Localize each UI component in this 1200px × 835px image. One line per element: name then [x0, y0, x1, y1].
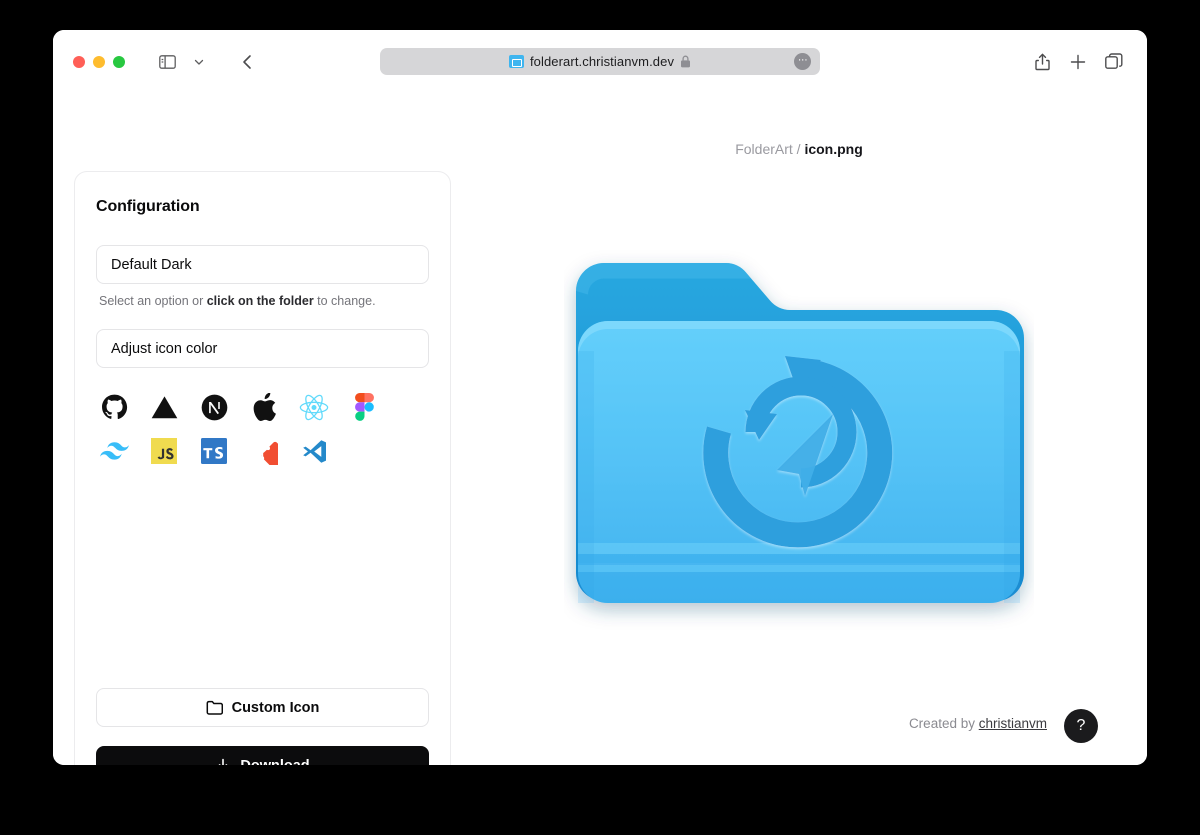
vscode-icon — [302, 439, 326, 463]
preview-area: FolderArt / icon.png Created by christia… — [451, 93, 1147, 765]
sidebar-options-button[interactable] — [184, 48, 214, 76]
icon-preset-typescript[interactable] — [197, 434, 231, 468]
custom-icon-button[interactable]: Custom Icon — [96, 688, 429, 727]
download-button[interactable]: Download — [96, 746, 429, 765]
help-button[interactable]: ? — [1064, 709, 1098, 743]
minimize-button[interactable] — [93, 55, 105, 68]
vercel-icon — [151, 396, 177, 419]
traffic-lights — [73, 55, 125, 68]
sidebar-toggle-button[interactable] — [152, 48, 182, 76]
config-actions: Custom Icon Download — [96, 688, 429, 765]
toolbar-left-group — [152, 48, 262, 76]
icon-preset-javascript[interactable] — [147, 434, 181, 468]
tab-overview-icon — [1105, 53, 1123, 69]
icon-preset-vercel[interactable] — [147, 390, 181, 424]
tab-overview-button[interactable] — [1099, 48, 1129, 76]
address-bar-menu-button[interactable]: ··· — [794, 53, 811, 70]
download-icon — [219, 758, 228, 765]
breadcrumb-separator: / — [792, 141, 805, 157]
folder-preview[interactable] — [564, 247, 1034, 655]
icon-preset-nextjs[interactable] — [197, 390, 231, 424]
toolbar-right-group — [1027, 48, 1129, 76]
helper-text: Select an option or click on the folder … — [99, 294, 429, 308]
folder-body — [576, 263, 1024, 603]
back-arrow-icon — [242, 54, 251, 69]
helper-text-prefix: Select an option or — [99, 294, 207, 308]
share-button[interactable] — [1027, 48, 1057, 76]
preset-select[interactable]: Default Dark — [96, 245, 429, 284]
back-button[interactable] — [232, 48, 262, 76]
sidebar-icon — [158, 54, 176, 69]
close-button[interactable] — [73, 55, 85, 68]
breadcrumb-root: FolderArt — [735, 141, 793, 157]
icon-color-input[interactable]: Adjust icon color — [96, 329, 429, 368]
address-bar[interactable]: folderart.christianvm.dev ··· — [380, 48, 820, 75]
chevron-down-icon — [194, 59, 204, 65]
new-tab-button[interactable] — [1063, 48, 1093, 76]
icon-preset-github[interactable] — [97, 390, 131, 424]
credit-text: Created by christianvm — [909, 716, 1047, 731]
javascript-icon — [151, 438, 177, 464]
icon-preset-tailwind[interactable] — [97, 434, 131, 468]
author-link[interactable]: christianvm — [979, 716, 1047, 731]
configuration-panel: Configuration Default Dark Select an opt… — [74, 171, 451, 765]
icon-preset-grid — [96, 390, 429, 468]
maximize-button[interactable] — [113, 55, 125, 68]
tailwind-icon — [99, 442, 129, 460]
preset-select-value: Default Dark — [111, 256, 192, 273]
site-favicon-icon — [508, 55, 524, 68]
custom-icon-button-label: Custom Icon — [231, 699, 320, 716]
icon-preset-react[interactable] — [297, 390, 331, 424]
typescript-icon — [201, 438, 227, 464]
breadcrumb-file: icon.png — [804, 141, 863, 157]
icon-preset-figma[interactable] — [347, 390, 381, 424]
icon-preset-vscode[interactable] — [297, 434, 331, 468]
helper-text-suffix: to change. — [313, 294, 376, 308]
page-title: Configuration — [96, 198, 200, 215]
git-icon — [259, 441, 278, 465]
icon-color-value: Adjust icon color — [111, 340, 218, 357]
react-icon — [299, 394, 329, 420]
address-bar-url: folderart.christianvm.dev — [529, 54, 675, 69]
folder-artwork — [576, 263, 1024, 603]
icon-preset-git[interactable] — [247, 434, 281, 468]
folder-icon — [206, 700, 223, 715]
breadcrumb: FolderArt / icon.png — [451, 141, 1147, 157]
plus-icon — [1070, 54, 1086, 69]
github-icon — [101, 394, 127, 419]
browser-toolbar: folderart.christianvm.dev ··· — [53, 30, 1147, 93]
apple-icon — [253, 392, 276, 421]
figma-icon — [354, 393, 374, 421]
download-button-label: Download — [240, 758, 309, 766]
page-content: Configuration Default Dark Select an opt… — [53, 93, 1147, 765]
helper-text-bold: click on the folder — [206, 294, 314, 308]
share-icon — [1034, 53, 1050, 70]
browser-window: folderart.christianvm.dev ··· Configurat… — [53, 30, 1147, 765]
lock-icon — [680, 55, 691, 68]
credit-prefix: Created by — [908, 716, 979, 731]
icon-preset-apple[interactable] — [247, 390, 281, 424]
nextjs-icon — [201, 394, 227, 420]
